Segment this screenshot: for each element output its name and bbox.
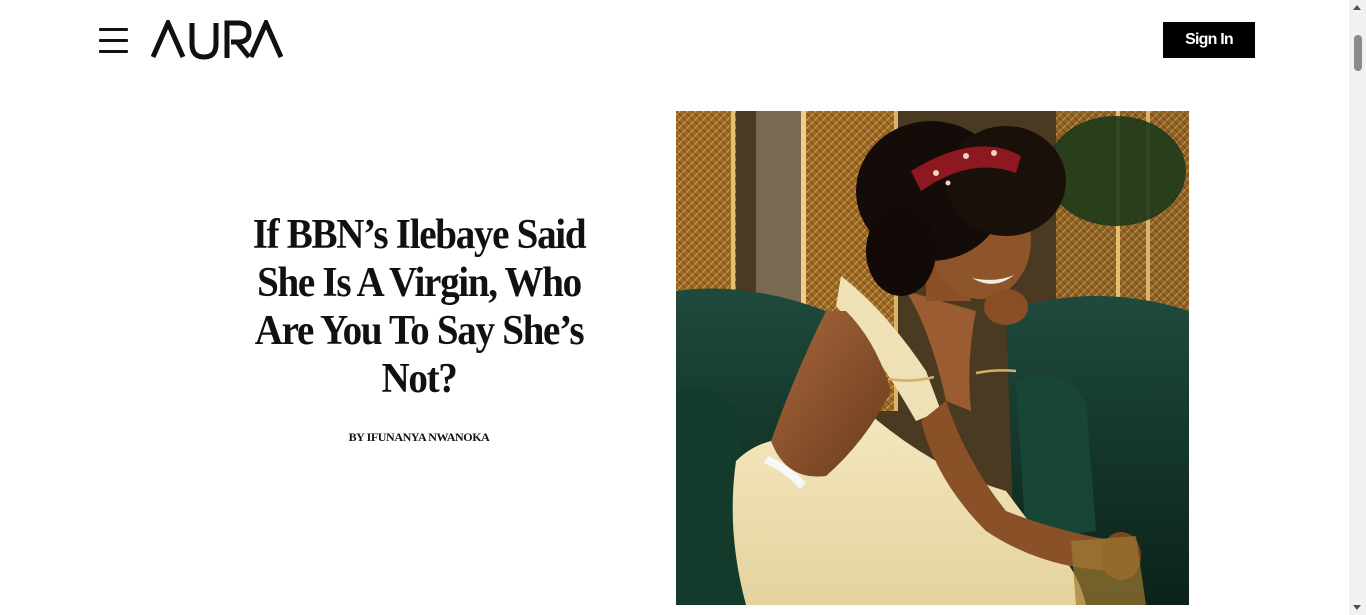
- scrollbar-thumb[interactable]: [1354, 35, 1362, 71]
- article-headline: If BBN’s Ilebaye Said She Is A Virgin, W…: [252, 212, 587, 402]
- sign-in-button[interactable]: Sign In: [1163, 22, 1255, 58]
- scroll-down-arrow-icon[interactable]: [1353, 605, 1361, 610]
- scroll-up-arrow-icon[interactable]: [1353, 5, 1361, 10]
- hamburger-menu-icon[interactable]: [99, 27, 129, 53]
- article-page: Sign In If BBN’s Ilebaye Said She Is A V…: [0, 0, 1366, 615]
- aura-logo[interactable]: [151, 20, 283, 60]
- hero-image: [676, 111, 1189, 605]
- article-byline[interactable]: BY IFUNANYA NWANOKA: [229, 430, 609, 445]
- page-scrollbar[interactable]: [1349, 0, 1366, 615]
